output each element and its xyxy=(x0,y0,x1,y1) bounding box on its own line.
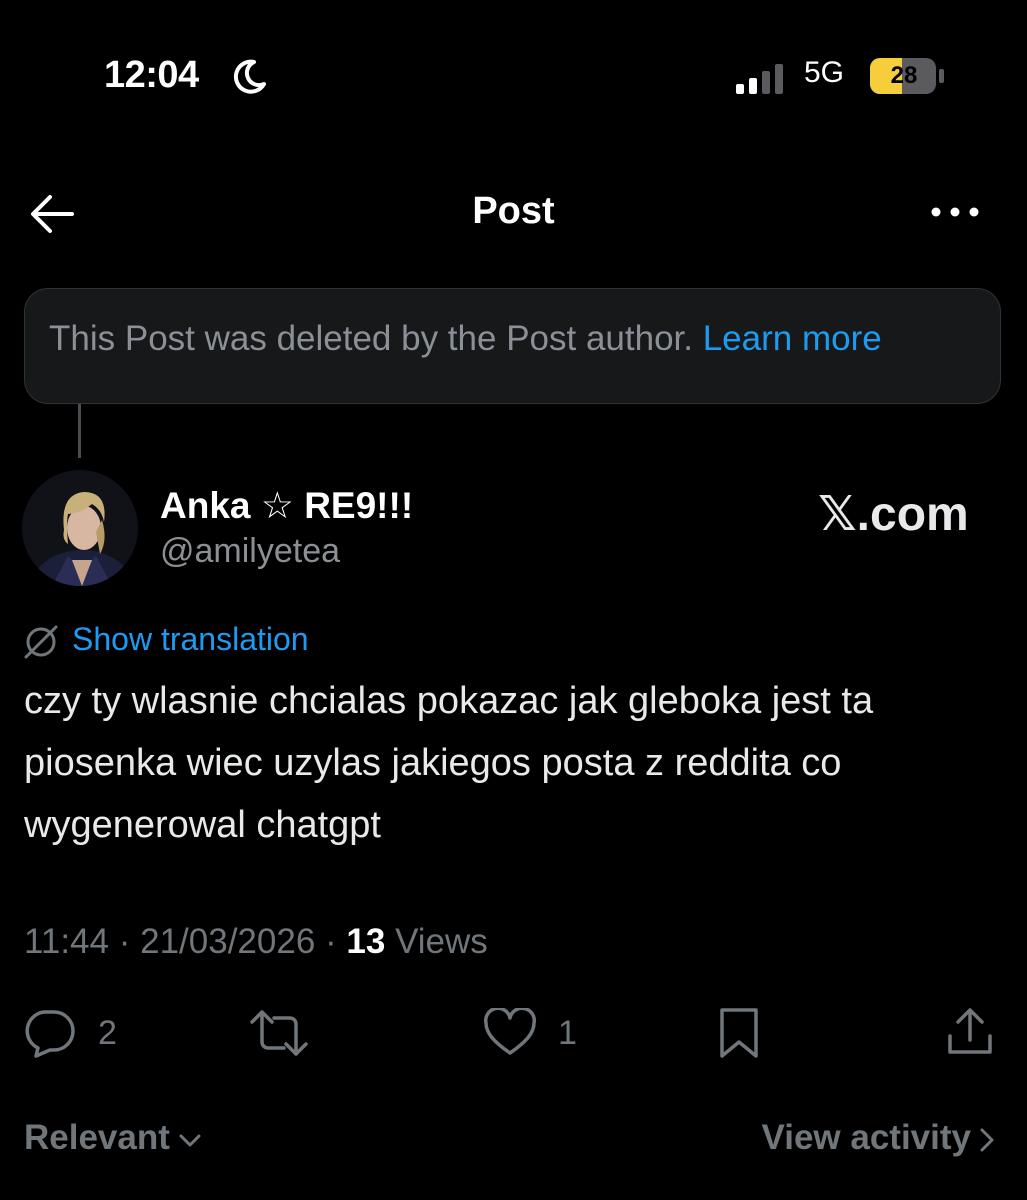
sort-dropdown[interactable]: Relevant xyxy=(24,1118,202,1158)
deleted-notice: This Post was deleted by the Post author… xyxy=(49,319,882,359)
author-name[interactable]: Anka ☆ RE9!!! xyxy=(160,484,413,527)
chevron-down-icon xyxy=(179,1134,201,1147)
cellular-signal-icon xyxy=(736,64,783,94)
heart-icon[interactable] xyxy=(482,1008,538,1058)
network-type: 5G xyxy=(804,56,845,89)
views-count: 13 xyxy=(346,922,386,961)
author-handle[interactable]: @amilyetea xyxy=(160,532,340,571)
page-title: Post xyxy=(472,190,555,232)
view-activity-label: View activity xyxy=(761,1118,971,1157)
status-time: 12:04 xyxy=(104,54,199,96)
reply-count: 2 xyxy=(98,1014,117,1052)
avatar[interactable] xyxy=(22,470,138,586)
post-text: czy ty wlasnie chcialas pokazac jak gleb… xyxy=(24,680,874,846)
post-date: 21/03/2026 xyxy=(140,922,316,961)
sort-label: Relevant xyxy=(24,1118,170,1157)
thread-connector xyxy=(78,404,81,458)
translate-icon xyxy=(24,625,58,659)
deleted-post-banner: This Post was deleted by the Post author… xyxy=(24,288,1001,404)
deleted-notice-text: This Post was deleted by the Post author… xyxy=(49,319,693,358)
repost-icon[interactable] xyxy=(248,1008,310,1058)
battery-level: 28 xyxy=(890,62,918,89)
share-icon[interactable] xyxy=(942,1004,998,1060)
bookmark-icon[interactable] xyxy=(714,1006,764,1060)
like-count: 1 xyxy=(558,1014,577,1052)
x-com-watermark: 𝕏.com xyxy=(818,488,969,541)
post-time: 11:44 xyxy=(24,922,109,961)
views-label[interactable]: Views xyxy=(395,922,488,961)
more-horizontal-icon[interactable] xyxy=(930,202,980,222)
chevron-right-icon xyxy=(980,1128,994,1152)
view-activity-button[interactable]: View activity xyxy=(762,1118,995,1158)
post-meta: 11:44 · 21/03/2026 · 13 Views xyxy=(24,922,488,961)
show-translation-link[interactable]: Show translation xyxy=(72,621,309,658)
moon-icon xyxy=(233,59,266,94)
learn-more-link[interactable]: Learn more xyxy=(703,319,882,358)
reply-icon[interactable] xyxy=(22,1008,76,1058)
